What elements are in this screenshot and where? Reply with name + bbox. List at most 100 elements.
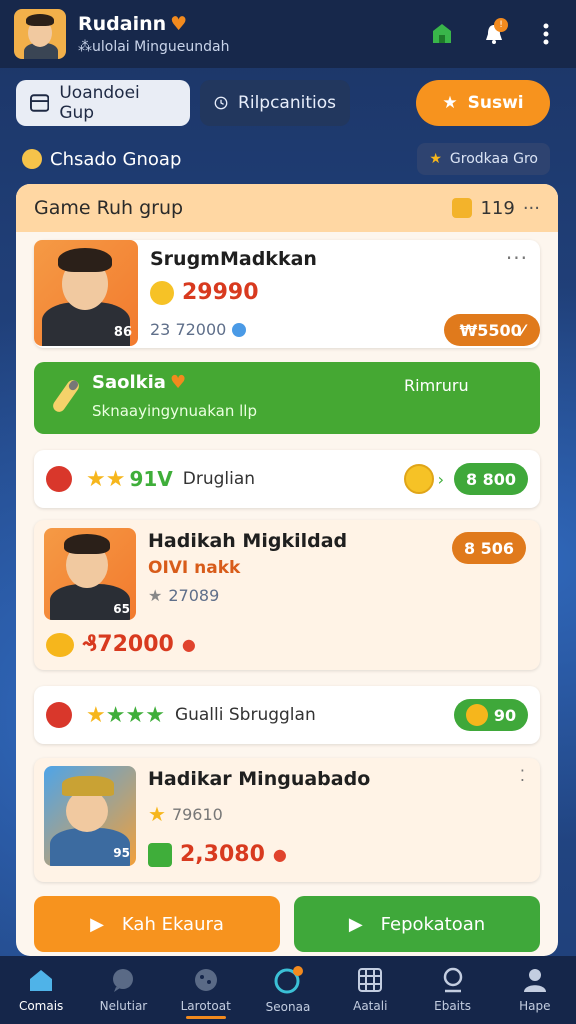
kebab-icon (543, 23, 549, 45)
strip-pill[interactable]: 8 800 (454, 463, 528, 495)
notification-badge: ! (494, 18, 508, 32)
banner-title: Saolkia (92, 372, 166, 393)
tab-recent[interactable]: Rilpcanitios (200, 80, 350, 126)
player-meta: 23 72000 (150, 320, 227, 339)
heart-icon: ♥ (170, 13, 188, 35)
nav-home[interactable]: Comais (6, 967, 76, 1013)
coin-icon (403, 464, 434, 494)
player-name: SrugmMadkkan (150, 248, 317, 270)
player-more-button[interactable]: ··· (506, 246, 528, 270)
tab-cta-button[interactable]: ★ Suswi (416, 80, 550, 126)
player-score: ₰72000 (82, 632, 174, 657)
player-card[interactable]: 95 Hadikar Minguabado ⁚ ★ 79610 2,3080 ● (34, 758, 540, 882)
group-card-header: Game Ruh grup 119 ··· (16, 184, 558, 232)
tab-group[interactable]: Uoandoei Gup (16, 80, 190, 126)
heart-icon: ♥ (169, 372, 187, 393)
player-level-badge: 65 (113, 602, 130, 616)
app-title: Rudainn (78, 13, 167, 35)
tab-label: Rilpcanitios (238, 93, 336, 113)
heart-icon: ● (272, 845, 287, 864)
coin-icon (46, 632, 74, 657)
play-button[interactable]: ▶ Kah Ekaura (34, 896, 280, 952)
nav-cookie[interactable]: Larotoat (171, 967, 241, 1019)
strip-pill[interactable]: 90 (454, 699, 528, 731)
nav-label: Seonaa (265, 1000, 311, 1014)
nav-season[interactable]: Seonaa (253, 966, 323, 1014)
circle-icon (274, 966, 303, 994)
star-icon: ★ (429, 151, 442, 167)
star-badge-icon (465, 704, 488, 726)
verified-icon (232, 322, 247, 337)
apple-icon (46, 702, 72, 728)
star-icon: ★ (125, 702, 146, 728)
nav-label: Larotoat (180, 999, 231, 1013)
tab-label: Uoandoei Gup (59, 83, 140, 123)
player-subtitle: OIVI nakk (148, 558, 241, 578)
banner-right-label: Rimruru (404, 376, 469, 395)
nav-profile[interactable]: Hape (500, 967, 570, 1013)
strip-pill-label: 90 (493, 705, 517, 725)
notifications-button[interactable]: ! (478, 18, 510, 50)
grid-icon (358, 968, 383, 992)
action-buttons: ▶ Kah Ekaura ▶ Fepokatoan (34, 896, 540, 952)
reward-strip[interactable]: ★ ★ 91V Druglian › 8 800 (34, 450, 540, 508)
section-pill-label: Grodkaa Gro (449, 151, 538, 167)
promo-banner[interactable]: Saolkia ♥ Sknaayingynuakan llp Rimruru (34, 362, 540, 434)
player-score: 2,3080 (180, 842, 265, 867)
store-icon (433, 24, 451, 43)
profile-avatar[interactable] (14, 9, 66, 59)
mic-icon (53, 380, 79, 412)
store-button[interactable] (426, 18, 458, 50)
chest-icon (452, 198, 473, 218)
nav-label: Hape (519, 999, 551, 1013)
group-card: Game Ruh grup 119 ··· 86 SrugmMadkkan ··… (16, 184, 558, 956)
group-count: 119 (480, 197, 515, 219)
top-bar: Rudainn ♥ ⁂ulolai Mingueundah ! (0, 0, 576, 68)
player-bid-pill[interactable]: ₩5500⁄ (444, 314, 540, 346)
nav-grid[interactable]: Aatali (335, 967, 405, 1013)
player-avatar: 86 (34, 240, 138, 346)
tab-row: Uoandoei Gup Rilpcanitios ★ Suswi (16, 80, 550, 128)
group-title: Game Ruh grup (34, 197, 184, 219)
star-icon: ★ (442, 93, 458, 113)
player-card[interactable]: 86 SrugmMadkkan ··· 29990 23 72000 ₩5500… (34, 240, 540, 348)
strip-stars-label: 91V (129, 467, 173, 491)
player-card[interactable]: 65 Hadikah Migkildad OIVI nakk ★ 27089 8… (34, 520, 540, 670)
cash-icon (148, 842, 172, 867)
player-level-badge: 86 (113, 325, 132, 340)
section-filter-button[interactable]: ★ Grodkaa Gro (417, 143, 550, 175)
report-button-label: Fepokatoan (380, 913, 486, 935)
star-icon: ★ (105, 702, 126, 728)
player-score: 29990 (182, 280, 259, 305)
nav-label: Aatali (353, 999, 388, 1013)
star-icon: ★ (86, 466, 106, 492)
heart-icon: ● (181, 635, 196, 654)
user-icon (523, 969, 546, 992)
nav-label: Nelutiar (99, 999, 148, 1013)
player-more-button[interactable]: ⁚ (520, 766, 526, 785)
apple-icon (46, 466, 72, 492)
smile-icon (22, 149, 42, 169)
play-icon: ▶ (348, 913, 363, 935)
coin-icon (150, 280, 174, 305)
nav-events[interactable]: Ebaits (418, 967, 488, 1013)
star-icon: ★ (86, 702, 106, 728)
player-bid-pill[interactable]: 8 506 (452, 532, 526, 564)
card-icon (30, 94, 50, 112)
more-menu-button[interactable] (530, 18, 562, 50)
nav-label: Ebaits (434, 999, 471, 1013)
nav-chat[interactable]: Nelutiar (88, 967, 158, 1013)
ellipsis-icon[interactable]: ··· (523, 198, 540, 219)
report-button[interactable]: ▶ Fepokatoan (294, 896, 540, 952)
bottom-nav: Comais Nelutiar Larotoat Seonaa Aatali E… (0, 956, 576, 1024)
star-icon: ★ (105, 466, 126, 492)
strip-text: Druglian (182, 469, 256, 489)
star-icon: ★ (145, 702, 165, 728)
star-icon: ★ (148, 802, 166, 826)
player-avatar: 65 (44, 528, 136, 620)
star-outline-icon: ★ (148, 586, 163, 605)
reward-strip[interactable]: ★ ★ ★ ★ Gualli Sbrugglan 90 (34, 686, 540, 744)
cookie-icon (194, 969, 217, 991)
player-level-badge: 95 (113, 846, 130, 860)
play-icon: ▶ (90, 913, 104, 935)
